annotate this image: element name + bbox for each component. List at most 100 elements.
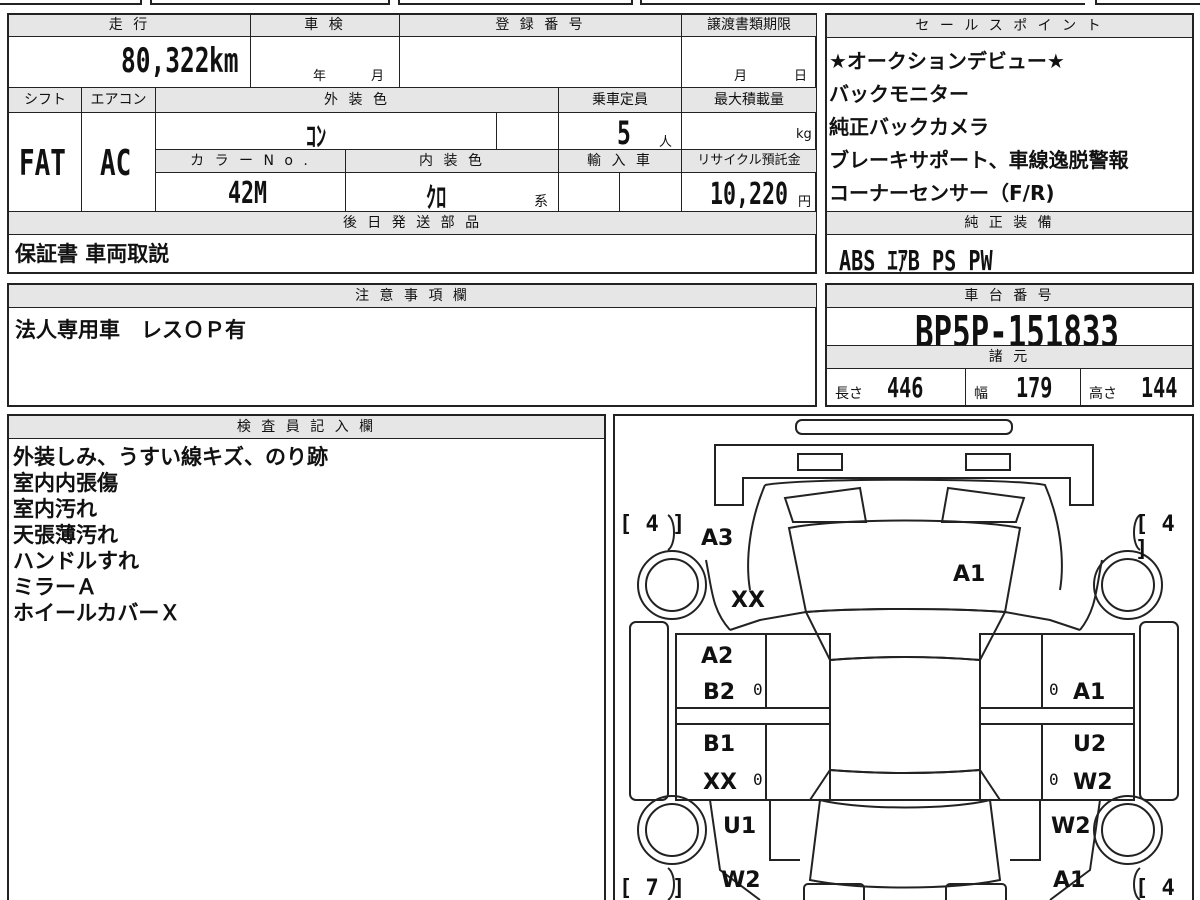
inspector-header: 検 査 員 記 入 欄 xyxy=(8,415,605,439)
import-cell-left xyxy=(558,172,620,212)
damage-code-rear-right-fender: W2 xyxy=(1051,814,1091,839)
interior-color-suffix: 系 xyxy=(534,194,548,210)
sales-points-list: ★オークションデビュー★ バックモニター 純正バックカメラ ブレーキサポート、車… xyxy=(829,45,1129,210)
tire-front-right-value: 4 xyxy=(1161,512,1175,537)
tire-rear-left-value: 7 xyxy=(645,876,659,900)
aircon-header: エアコン xyxy=(81,87,156,113)
interior-color-header: 内 装 色 xyxy=(345,149,559,173)
equipment-header: 純 正 装 備 xyxy=(826,211,1193,235)
tire-rear-left: [ 7 ] xyxy=(619,876,686,900)
sales-points-box: セ ー ル ス ポ イ ン ト ★オークションデビュー★ バックモニター 純正バ… xyxy=(825,13,1194,277)
chassis-box: 車 台 番 号 BP5P-151833 諸 元 長さ 446 幅 179 高さ … xyxy=(825,283,1194,407)
damage-code-front-bumper-area: XX xyxy=(731,588,765,613)
inspector-line: ハンドルすれ xyxy=(13,549,139,573)
spec-width-cell: 幅 179 xyxy=(965,368,1081,407)
damage-code-front-left-door: A2 xyxy=(701,644,734,669)
tire-front-left-value: 4 xyxy=(645,512,659,537)
damage-code-rear-left-door-2: XX xyxy=(703,770,737,795)
registration-cell xyxy=(399,36,682,88)
deadline-month-unit: 月 xyxy=(734,69,748,84)
inspector-line: 室内内張傷 xyxy=(13,471,118,495)
exterior-color-cell: ｺﾝ xyxy=(155,112,497,153)
spec-length-label: 長さ xyxy=(835,386,863,402)
shift-header: シフト xyxy=(8,87,82,113)
damage-code-rear-right-door-2: W2 xyxy=(1073,770,1113,795)
inspection-header: 車 検 xyxy=(250,14,400,37)
sales-point-item: ★オークションデビュー★ xyxy=(829,49,1065,73)
color-no-value: 42M xyxy=(228,176,268,211)
inspector-line: 天張薄汚れ xyxy=(13,523,118,547)
spec-length-value: 446 xyxy=(887,371,924,404)
recycle-unit: 円 xyxy=(798,195,812,210)
notes-box: 注 意 事 項 欄 法人専用車 レスＯＰ有 xyxy=(7,283,817,407)
recycle-header: リサイクル預託金 xyxy=(681,149,817,173)
import-header: 輸 入 車 xyxy=(558,149,682,173)
damage-code-rear-right-door: U2 xyxy=(1073,732,1107,757)
tire-rear-right-value: 4 xyxy=(1161,876,1175,900)
spec-length-cell: 長さ 446 xyxy=(826,368,966,407)
inspector-line: ホイールカバーＸ xyxy=(13,601,181,625)
inspector-line: 室内汚れ xyxy=(13,497,97,521)
damage-code-front-left-door-2: B2 xyxy=(703,680,736,705)
shift-cell: FAT xyxy=(8,112,82,212)
color-no-header: カ ラ ー N o . xyxy=(155,149,346,173)
damage-code-rear-right-quarter: A1 xyxy=(1053,868,1086,893)
zero-mark: 0 xyxy=(753,770,763,789)
top-strip xyxy=(0,0,1200,8)
spec-width-label: 幅 xyxy=(974,386,988,402)
tire-rear-right: [ 4 ] xyxy=(1135,876,1175,900)
vehicle-info-table: 走 行 車 検 登 録 番 号 譲渡書類期限 80,322 km 年 月 月 日… xyxy=(7,13,817,274)
capacity-header: 乗車定員 xyxy=(558,87,682,113)
registration-header: 登 録 番 号 xyxy=(399,14,682,37)
shift-value: FAT xyxy=(19,143,66,184)
spec-width-value: 179 xyxy=(1016,371,1053,404)
zero-mark: 0 xyxy=(1049,770,1059,789)
damage-code-front-left-fender: A3 xyxy=(701,526,734,551)
later-parts-value: 保証書 車両取説 xyxy=(15,242,170,266)
max-load-unit: kg xyxy=(796,127,812,142)
color-no-cell: 42M xyxy=(155,172,346,212)
max-load-header: 最大積載量 xyxy=(681,87,817,113)
zero-mark: 0 xyxy=(753,680,763,699)
mileage-value: 80,322 xyxy=(121,41,210,81)
interior-color-cell: ｸﾛ 系 xyxy=(345,172,559,214)
exterior-color-header: 外 装 色 xyxy=(155,87,559,113)
inspection-year-unit: 年 xyxy=(313,69,327,84)
specs-header: 諸 元 xyxy=(826,345,1193,369)
damage-code-hood: A1 xyxy=(953,562,986,587)
inspector-box: 検 査 員 記 入 欄 外装しみ、うすい線キズ、のり跡 室内内張傷 室内汚れ 天… xyxy=(7,414,606,900)
capacity-value: 5 xyxy=(617,114,631,152)
transfer-deadline-cell: 月 日 xyxy=(681,36,817,88)
inspector-line: 外装しみ、うすい線キズ、のり跡 xyxy=(13,445,328,469)
tire-front-left: [ 4 ] xyxy=(619,512,686,537)
notes-value: 法人専用車 レスＯＰ有 xyxy=(15,318,246,342)
sales-point-item: ブレーキサポート、車線逸脱警報 xyxy=(829,148,1129,172)
inspector-lines: 外装しみ、うすい線キズ、のり跡 室内内張傷 室内汚れ 天張薄汚れ ハンドルすれ … xyxy=(13,444,328,626)
aircon-cell: AC xyxy=(81,112,156,212)
mileage-cell: 80,322 km xyxy=(8,36,251,88)
sales-point-item: コーナーセンサー（F/R) xyxy=(829,181,1055,205)
import-cell-right xyxy=(619,172,682,212)
damage-code-rear-left-fender: U1 xyxy=(723,814,757,839)
exterior-color-extra-cell xyxy=(496,112,559,150)
inspector-line: ミラーＡ xyxy=(13,575,97,599)
later-parts-header: 後 日 発 送 部 品 xyxy=(8,211,817,235)
aircon-value: AC xyxy=(100,143,132,184)
chassis-header: 車 台 番 号 xyxy=(826,284,1193,308)
max-load-cell: kg xyxy=(681,112,817,150)
zero-mark: 0 xyxy=(1049,680,1059,699)
spec-height-value: 144 xyxy=(1141,371,1178,404)
sales-point-item: バックモニター xyxy=(829,82,969,106)
damage-diagram-box: [ 4 ] [ 4 ] [ 7 ] [ 4 ] A3 XX A1 A2 B2 0… xyxy=(613,414,1194,900)
interior-color-value: ｸﾛ xyxy=(426,181,447,214)
damage-code-front-right-door: A1 xyxy=(1073,680,1106,705)
capacity-unit: 人 xyxy=(659,135,673,150)
sales-points-header: セ ー ル ス ポ イ ン ト xyxy=(826,14,1193,38)
recycle-cell: 10,220 円 xyxy=(681,172,817,212)
sales-point-item: 純正バックカメラ xyxy=(829,115,989,139)
deadline-day-unit: 日 xyxy=(794,69,808,84)
tire-front-right: [ 4 ] xyxy=(1135,512,1175,562)
equipment-value: ABS ｴｱB PS PW xyxy=(839,244,993,277)
mileage-unit: km xyxy=(209,41,239,81)
spec-height-label: 高さ xyxy=(1089,386,1117,402)
